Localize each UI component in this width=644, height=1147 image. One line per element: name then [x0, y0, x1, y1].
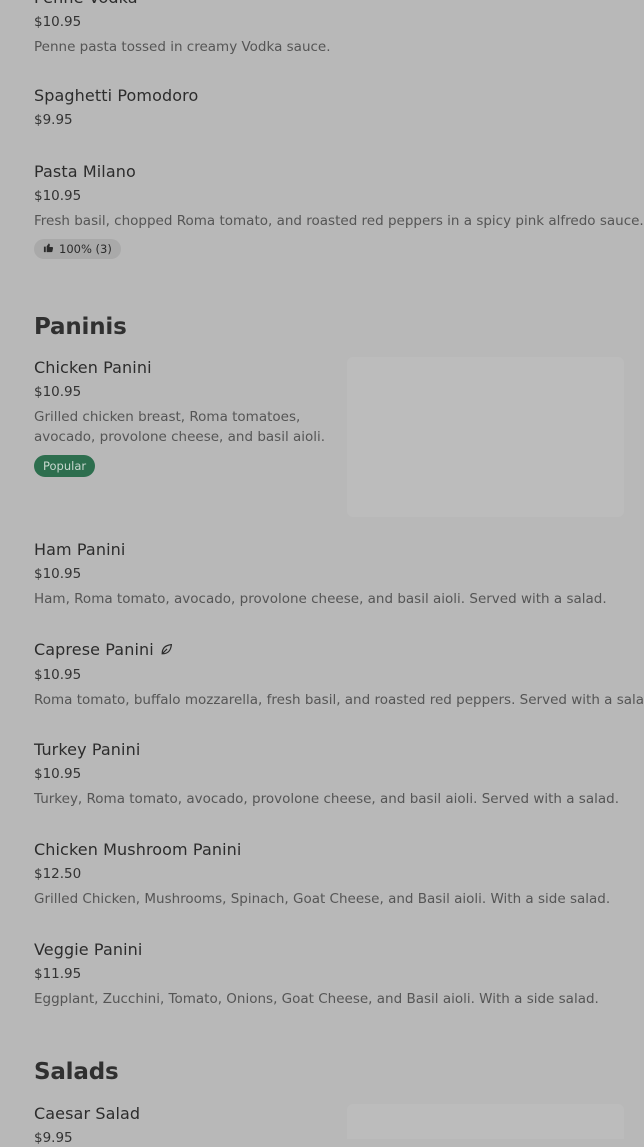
- section-title-paninis: Paninis: [34, 314, 127, 340]
- item-image-chicken-panini[interactable]: [347, 357, 624, 517]
- item-description: Grilled Chicken, Mushrooms, Spinach, Goa…: [34, 891, 611, 907]
- item-name: Spaghetti Pomodoro: [34, 86, 199, 105]
- item-name: Chicken Panini: [34, 358, 152, 377]
- item-name-row: Caprese Panini: [34, 640, 644, 661]
- menu-item-caprese-panini[interactable]: Caprese Panini $10.95 Roma tomato, buffa…: [34, 640, 644, 710]
- menu-page: Penne Vodka $10.95 Penne pasta tossed in…: [0, 0, 644, 1146]
- item-price: $10.95: [34, 667, 82, 683]
- item-price: $9.95: [34, 112, 73, 128]
- menu-item-ham-panini[interactable]: Ham Panini $10.95 Ham, Roma tomato, avoc…: [34, 540, 607, 609]
- item-name: Turkey Panini: [34, 740, 141, 759]
- item-description: Grilled chicken breast, Roma tomatoes, a…: [34, 407, 334, 447]
- menu-item-spaghetti-pomodoro[interactable]: Spaghetti Pomodoro $9.95: [34, 86, 198, 129]
- item-name: Caprese Panini: [34, 640, 154, 659]
- leaf-icon: [160, 641, 173, 661]
- menu-item-chicken-mushroom-panini[interactable]: Chicken Mushroom Panini $12.50 Grilled C…: [34, 840, 610, 909]
- item-description-line: avocado, provolone cheese, and basil aio…: [34, 429, 326, 445]
- item-price: $10.95: [34, 384, 82, 400]
- item-description: Ham, Roma tomato, avocado, provolone che…: [34, 591, 607, 607]
- item-price: $11.95: [34, 966, 82, 982]
- menu-item-pasta-milano[interactable]: Pasta Milano $10.95 Fresh basil, chopped…: [34, 162, 644, 259]
- item-price: $10.95: [34, 766, 82, 782]
- item-name: Pasta Milano: [34, 162, 136, 181]
- item-price: $10.95: [34, 188, 82, 204]
- rating-badge: 100% (3): [34, 239, 121, 259]
- item-description: Fresh basil, chopped Roma tomato, and ro…: [34, 213, 644, 229]
- item-description: Roma tomato, buffalo mozzarella, fresh b…: [34, 692, 644, 708]
- item-name: Penne Vodka: [34, 0, 331, 8]
- popular-badge: Popular: [34, 455, 96, 477]
- item-description: Penne pasta tossed in creamy Vodka sauce…: [34, 39, 331, 55]
- item-name: Veggie Panini: [34, 940, 143, 959]
- menu-item-penne-vodka[interactable]: Penne Vodka $10.95 Penne pasta tossed in…: [34, 0, 331, 57]
- menu-item-chicken-panini[interactable]: Chicken Panini $10.95 Grilled chicken br…: [34, 358, 334, 477]
- menu-item-veggie-panini[interactable]: Veggie Panini $11.95 Eggplant, Zucchini,…: [34, 940, 599, 1009]
- item-image-caesar-salad[interactable]: [347, 1104, 624, 1139]
- menu-item-turkey-panini[interactable]: Turkey Panini $10.95 Turkey, Roma tomato…: [34, 740, 619, 809]
- item-price: $9.95: [34, 1130, 73, 1146]
- item-price: $10.95: [34, 14, 82, 30]
- section-title-salads: Salads: [34, 1059, 119, 1085]
- item-name: Caesar Salad: [34, 1104, 141, 1123]
- item-price: $10.95: [34, 566, 82, 582]
- rating-text: 100% (3): [59, 242, 112, 256]
- item-description: Turkey, Roma tomato, avocado, provolone …: [34, 791, 620, 807]
- item-price: $12.50: [34, 866, 82, 882]
- item-name: Ham Panini: [34, 540, 126, 559]
- menu-item-caesar-salad[interactable]: Caesar Salad $9.95: [34, 1104, 140, 1147]
- thumbs-up-icon: [43, 242, 54, 256]
- item-description-line: Grilled chicken breast, Roma tomatoes,: [34, 409, 301, 425]
- item-description: Eggplant, Zucchini, Tomato, Onions, Goat…: [34, 991, 599, 1007]
- item-name: Chicken Mushroom Panini: [34, 840, 242, 859]
